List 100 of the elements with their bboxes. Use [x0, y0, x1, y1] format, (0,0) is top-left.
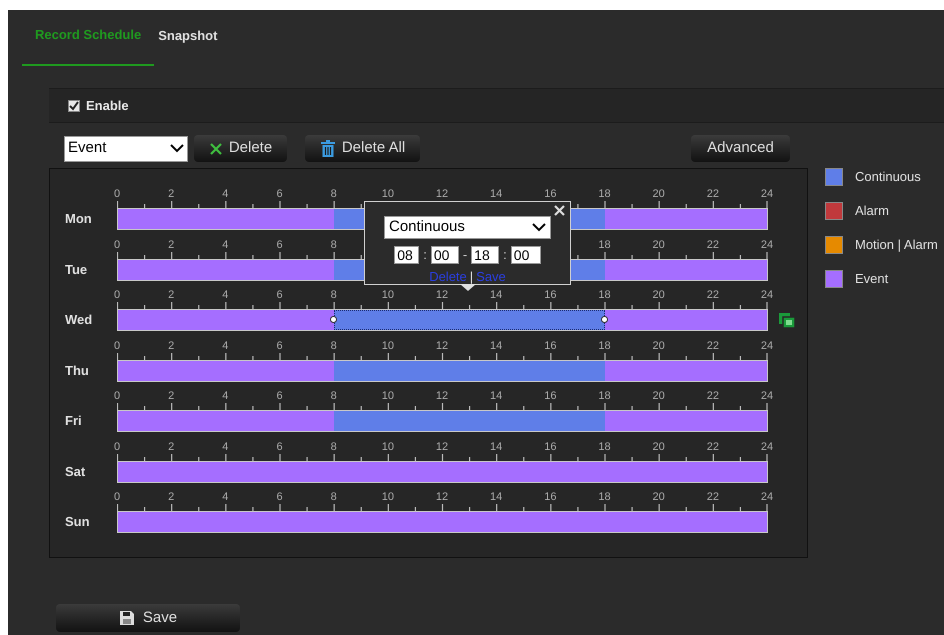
hour-label: 16: [544, 188, 556, 200]
legend-label: Continuous: [855, 168, 921, 186]
hour-label: 20: [652, 238, 665, 250]
hour-label: 0: [114, 238, 120, 250]
day-label: Sat: [65, 462, 86, 481]
hour-label: 22: [706, 188, 719, 200]
hour-label: 12: [436, 289, 448, 301]
hour-label: 0: [114, 390, 120, 402]
day-label: Wed: [65, 311, 94, 330]
colon: :: [423, 246, 427, 264]
hour-label: 12: [436, 188, 448, 200]
hour-label: 24: [760, 390, 774, 402]
hour-label: 20: [652, 390, 665, 402]
day-label: Mon: [65, 210, 93, 228]
hour-label: 4: [222, 238, 228, 250]
hour-label: 6: [276, 491, 283, 503]
legend-label: Motion | Alarm: [855, 236, 938, 254]
day-label: Fri: [65, 412, 83, 430]
hour-label: 24: [760, 238, 774, 250]
hour-label: 24: [760, 340, 774, 352]
hour-label: 14: [490, 390, 502, 402]
hour-label: 16: [544, 340, 556, 352]
hour-label: 6: [276, 390, 283, 402]
hour-label: 2: [168, 440, 174, 452]
hour-label: 20: [652, 440, 665, 452]
hour-label: 12: [436, 440, 448, 452]
hour-label: 12: [436, 390, 448, 402]
hour-label: 22: [706, 491, 719, 503]
hour-label: 2: [168, 188, 174, 200]
hour-label: 20: [652, 188, 665, 200]
hour-label: 6: [276, 238, 283, 250]
hour-label: 4: [222, 491, 228, 503]
hour-label: 20: [652, 340, 665, 352]
hour-label: 14: [490, 289, 502, 301]
hour-label: 18: [598, 340, 611, 352]
hour-label: 8: [330, 440, 337, 452]
hour-label: 18: [598, 491, 611, 503]
hour-label: 6: [276, 440, 283, 452]
hour-label: 10: [382, 340, 394, 352]
hour-label: 4: [222, 289, 228, 301]
hour-label: 22: [706, 390, 719, 402]
hour-label: 22: [706, 289, 719, 301]
hour-label: 14: [490, 491, 502, 503]
link-separator: |: [470, 268, 474, 284]
day-label: Tue: [65, 260, 88, 279]
hour-label: 4: [222, 440, 228, 452]
hour-label: 8: [330, 238, 337, 250]
hour-label: 0: [114, 340, 120, 352]
hour-label: 0: [114, 188, 120, 200]
hour-label: 14: [490, 340, 502, 352]
hour-label: 24: [760, 491, 774, 503]
hour-label: 4: [222, 188, 228, 200]
hour-label: 22: [706, 238, 719, 250]
day-label: Thu: [65, 362, 90, 380]
hour-label: 18: [598, 440, 611, 452]
hour-label: 22: [706, 440, 719, 452]
hour-label: 2: [168, 238, 174, 250]
hour-label: 8: [330, 390, 337, 402]
hour-label: 16: [544, 440, 556, 452]
hour-label: 10: [382, 390, 394, 402]
hour-label: 16: [544, 289, 556, 301]
hour-label: 24: [760, 289, 774, 301]
hour-label: 0: [114, 289, 120, 301]
hour-label: 2: [168, 340, 174, 352]
hour-label: 8: [330, 491, 337, 503]
day-label: Sun: [65, 513, 91, 532]
hour-label: 14: [490, 188, 502, 200]
hour-label: 8: [330, 340, 337, 352]
legend-label: Alarm: [855, 202, 889, 220]
legend-label: Event: [855, 270, 888, 288]
hour-label: 8: [330, 188, 337, 200]
hour-label: 24: [760, 188, 774, 200]
hour-label: 16: [544, 491, 556, 503]
hour-label: 4: [222, 390, 228, 402]
hour-label: 18: [598, 289, 611, 301]
hour-label: 20: [652, 289, 665, 301]
enable-label: Enable: [86, 96, 129, 115]
hour-label: 18: [598, 238, 611, 250]
hour-label: 20: [652, 491, 665, 503]
hour-label: 2: [168, 491, 174, 503]
dash: -: [462, 246, 468, 264]
hour-label: 6: [276, 340, 283, 352]
hour-label: 16: [544, 390, 556, 402]
hour-label: 12: [436, 491, 448, 503]
hour-label: 2: [168, 390, 174, 402]
hour-label: 6: [276, 188, 283, 200]
colon: :: [503, 246, 507, 264]
hour-label: 22: [706, 340, 719, 352]
hour-label: 12: [436, 340, 448, 352]
hour-label: 10: [382, 440, 394, 452]
hour-label: 0: [114, 491, 120, 503]
hour-label: 10: [382, 188, 394, 200]
hour-label: 24: [760, 440, 774, 452]
hour-label: 18: [598, 390, 611, 402]
hour-label: 4: [222, 340, 228, 352]
hour-label: 18: [598, 188, 611, 200]
hour-label: 10: [382, 491, 394, 503]
hour-label: 10: [382, 289, 394, 301]
hour-label: 14: [490, 440, 502, 452]
hour-label: 2: [168, 289, 174, 301]
